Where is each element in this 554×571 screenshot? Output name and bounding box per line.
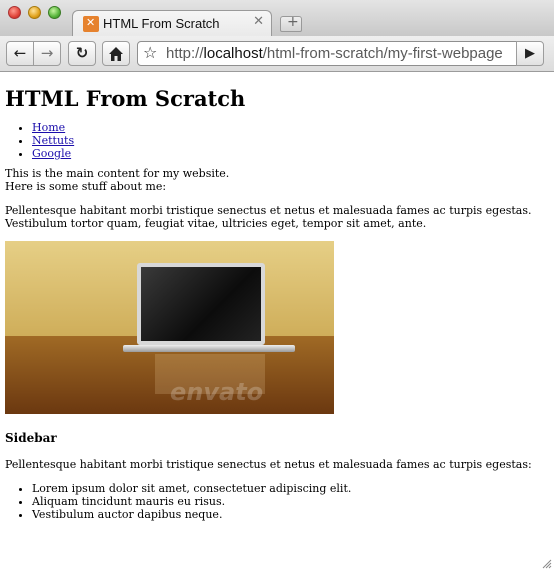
url-prefix: http:// [166, 45, 204, 62]
bookmark-star-icon[interactable]: ☆ [143, 43, 157, 62]
close-tab-icon[interactable]: ✕ [253, 14, 264, 29]
arrow-left-icon: ← [13, 44, 27, 62]
sidebar-heading: Sidebar [5, 431, 57, 445]
laptop-image: envato [5, 241, 334, 414]
laptop-screen [137, 263, 265, 345]
main-paragraph: Pellentesque habitant morbi tristique se… [5, 204, 532, 230]
arrow-right-icon: → [40, 44, 54, 62]
nav-list: Home Nettuts Google [5, 121, 550, 160]
sidebar-list: Lorem ipsum dolor sit amet, consectetuer… [5, 482, 550, 521]
page-content: HTML From Scratch Home Nettuts Google Th… [5, 72, 550, 521]
page-heading: HTML From Scratch [5, 86, 246, 111]
list-item: Aliquam tincidunt mauris eu risus. [32, 495, 550, 508]
list-item: Vestibulum auctor dapibus neque. [32, 508, 550, 521]
browser-tab[interactable]: HTML From Scratch ✕ [72, 10, 272, 37]
nav-item: Nettuts [32, 134, 550, 147]
address-bar[interactable]: ☆ http://localhost/html-from-scratch/my-… [137, 41, 517, 66]
nav-link-home[interactable]: Home [32, 121, 65, 134]
list-item: Lorem ipsum dolor sit amet, consectetuer… [32, 482, 550, 495]
url-host: localhost [203, 45, 263, 62]
resize-grip-icon[interactable] [542, 559, 552, 569]
home-button[interactable] [102, 41, 130, 66]
nav-item: Google [32, 147, 550, 160]
xampp-favicon-icon [83, 16, 99, 32]
tab-title: HTML From Scratch [103, 16, 220, 31]
minimize-window-button[interactable] [28, 6, 41, 19]
zoom-window-button[interactable] [48, 6, 61, 19]
nav-item: Home [32, 121, 550, 134]
intro-text: This is the main content for my website.… [5, 167, 550, 193]
go-button[interactable]: ▶ [516, 41, 544, 66]
reload-icon: ↻ [75, 44, 89, 62]
nav-link-google[interactable]: Google [32, 147, 71, 160]
sidebar-paragraph: Pellentesque habitant morbi tristique se… [5, 458, 532, 471]
new-tab-button[interactable] [280, 14, 302, 32]
intro-line-2: Here is some stuff about me: [5, 180, 167, 193]
nav-link-nettuts[interactable]: Nettuts [32, 134, 74, 147]
browser-toolbar: ← → ↻ ☆ http://localhost/html-from-scrat… [0, 36, 554, 72]
intro-line-1: This is the main content for my website. [5, 167, 230, 180]
browser-titlebar: HTML From Scratch ✕ [0, 0, 554, 37]
image-watermark: envato [170, 378, 264, 406]
back-button[interactable]: ← [6, 41, 34, 66]
url-text[interactable]: http://localhost/html-from-scratch/my-fi… [166, 45, 503, 62]
close-window-button[interactable] [8, 6, 21, 19]
laptop-base [123, 345, 295, 352]
home-icon [109, 47, 123, 61]
play-icon: ▶ [525, 46, 535, 61]
url-path: /html-from-scratch/my-first-webpage [262, 45, 503, 62]
forward-button[interactable]: → [33, 41, 61, 66]
reload-button[interactable]: ↻ [68, 41, 96, 66]
